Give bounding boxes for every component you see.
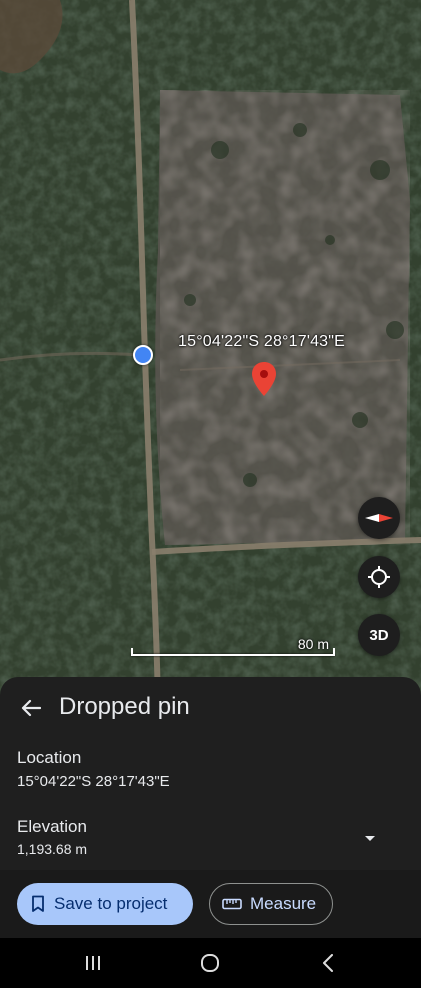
map-pin-icon[interactable] — [252, 362, 276, 396]
save-to-project-label: Save to project — [54, 894, 168, 913]
elevation-value: 1,193.68 m — [17, 841, 88, 857]
satellite-map[interactable]: 15°04'22"S 28°17'43"E 3D 80 m — [0, 0, 421, 700]
scale-line — [131, 654, 335, 656]
scale-tick-left — [131, 648, 133, 656]
my-location-button[interactable] — [358, 556, 400, 598]
measure-button[interactable]: Measure — [209, 883, 333, 925]
measure-label: Measure — [250, 894, 317, 913]
sheet-header: Dropped pin — [0, 692, 421, 724]
pin-coordinates-label: 15°04'22"S 28°17'43"E — [178, 333, 346, 350]
action-bar: Save to project Measure — [0, 870, 421, 938]
save-to-project-button[interactable]: Save to project — [17, 883, 193, 925]
home-button[interactable] — [199, 950, 221, 976]
scale-label: 80 m — [297, 636, 329, 652]
home-icon — [201, 954, 219, 972]
ruler-icon — [222, 898, 242, 910]
compass-button[interactable] — [358, 497, 400, 539]
recent-apps-button[interactable] — [82, 950, 104, 976]
map-scale-bar: 80 m — [131, 634, 335, 658]
location-value[interactable]: 15°04'22"S 28°17'43"E — [17, 773, 170, 790]
location-label: Location — [17, 748, 82, 767]
place-details-sheet[interactable]: Dropped pin Location 15°04'22"S 28°17'43… — [0, 677, 421, 870]
bookmark-icon — [32, 895, 44, 912]
back-button[interactable] — [16, 692, 46, 724]
system-back-button[interactable] — [318, 950, 338, 976]
chevron-left-icon — [323, 954, 333, 972]
recents-icon — [86, 956, 100, 970]
system-navigation-bar — [0, 938, 421, 988]
compass-icon — [365, 514, 393, 522]
chevron-down-icon[interactable] — [362, 832, 378, 844]
my-location-dot — [133, 345, 153, 365]
arrow-left-icon — [21, 699, 41, 717]
scale-tick-right — [333, 648, 335, 656]
elevation-label: Elevation — [17, 817, 87, 836]
3d-toggle-button[interactable]: 3D — [358, 614, 400, 656]
crosshair-icon — [368, 566, 390, 588]
sheet-title: Dropped pin — [59, 693, 190, 720]
